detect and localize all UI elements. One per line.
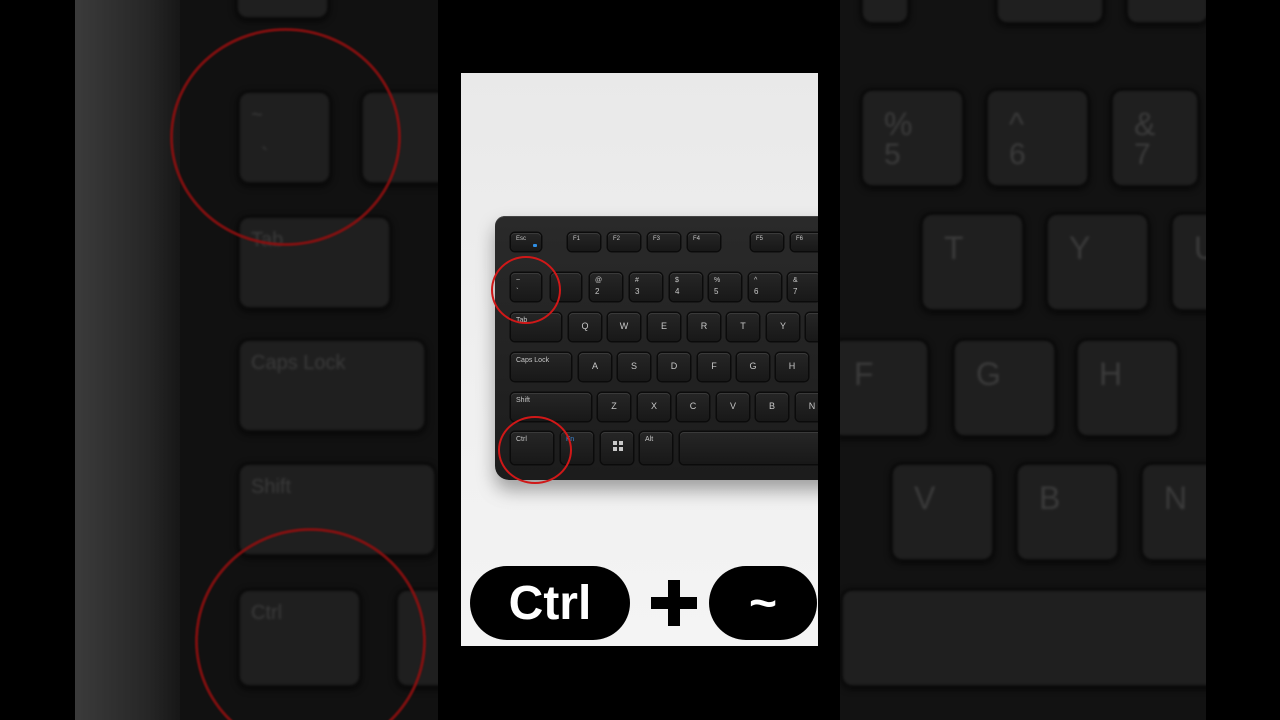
- key-r: R: [688, 313, 720, 341]
- key-w: W: [608, 313, 640, 341]
- bg-key-n: N: [1140, 462, 1206, 562]
- key-f6: F6: [791, 233, 818, 251]
- key-esc: Esc: [511, 233, 541, 251]
- key-7: & 7: [788, 273, 818, 301]
- keyboard-image: Esc F1 F2 F3 F4 F5 F6 ~ ` @2 #3 $4 % 5 ^ 6 …: [491, 216, 818, 484]
- key-windows: [601, 432, 633, 464]
- bg-key-7: & 7: [1110, 88, 1200, 188]
- key-u: U: [806, 313, 818, 341]
- background-right: % 5 ^ 6 & 7 T Y U F G H V B N: [840, 0, 1206, 720]
- background-shade: [75, 0, 180, 720]
- bg-key: [235, 0, 330, 20]
- bg-key-v: V: [890, 462, 995, 562]
- key-g: G: [737, 353, 769, 381]
- key-t: T: [727, 313, 759, 341]
- key-s: S: [618, 353, 650, 381]
- caption-ctrl-label: Ctrl: [508, 576, 592, 630]
- key-f1: F1: [568, 233, 600, 251]
- highlight-ring-ctrl: [498, 416, 572, 484]
- key-f4: F4: [688, 233, 720, 251]
- key-c: C: [677, 393, 709, 421]
- key-5: % 5: [709, 273, 741, 301]
- bg-key-u: U: [1170, 212, 1206, 312]
- background-left: ~ ` Tab Caps Lock Shift Ctrl: [75, 0, 438, 720]
- key-e: E: [648, 313, 680, 341]
- key-caps-lock: Caps Lock: [511, 353, 571, 381]
- caption-tilde-label: ~: [748, 576, 778, 630]
- bg-key-b: B: [1015, 462, 1120, 562]
- key-y: Y: [767, 313, 799, 341]
- bg-key-t: T: [920, 212, 1025, 312]
- key-f2: F2: [608, 233, 640, 251]
- bg-key: [1125, 0, 1206, 25]
- key-v: V: [717, 393, 749, 421]
- key-z: Z: [598, 393, 630, 421]
- bg-highlight-circle: [170, 28, 401, 246]
- key-alt: Alt: [640, 432, 672, 464]
- key-x: X: [638, 393, 670, 421]
- key-q: Q: [569, 313, 601, 341]
- key-d: D: [658, 353, 690, 381]
- key-2: @2: [590, 273, 622, 301]
- windows-icon: [613, 441, 623, 451]
- bg-key-6: ^ 6: [985, 88, 1090, 188]
- bg-key-h: H: [1075, 338, 1180, 438]
- bg-key-5: % 5: [860, 88, 965, 188]
- key-b: B: [756, 393, 788, 421]
- key-4: $4: [670, 273, 702, 301]
- key-h: H: [776, 353, 808, 381]
- bg-key-caps: Caps Lock: [237, 338, 427, 433]
- bg-key-f: F: [840, 338, 930, 438]
- bg-key-y: Y: [1045, 212, 1150, 312]
- key-n: N: [796, 393, 818, 421]
- bg-key-space: [840, 588, 1206, 688]
- key-f3: F3: [648, 233, 680, 251]
- key-space: [680, 432, 818, 464]
- video-frame: Esc F1 F2 F3 F4 F5 F6 ~ ` @2 #3 $4 % 5 ^ 6 …: [461, 73, 818, 646]
- bg-key: [860, 0, 910, 25]
- key-a: A: [579, 353, 611, 381]
- key-f: F: [698, 353, 730, 381]
- key-6: ^ 6: [749, 273, 781, 301]
- highlight-ring-tilde: [491, 256, 561, 324]
- caption-ctrl-pill: Ctrl: [470, 566, 630, 640]
- key-3: #3: [630, 273, 662, 301]
- caption-tilde-pill: ~: [709, 566, 817, 640]
- bg-key: [995, 0, 1105, 25]
- key-f5: F5: [751, 233, 783, 251]
- plus-icon: +: [649, 578, 699, 628]
- bg-key-g: G: [952, 338, 1057, 438]
